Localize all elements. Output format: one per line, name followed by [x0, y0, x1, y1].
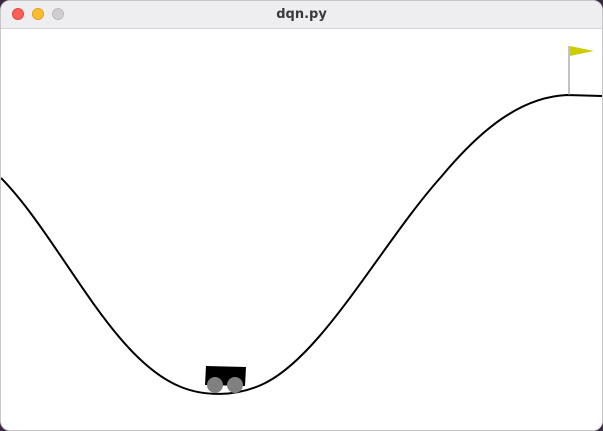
app-window: dqn.py [0, 0, 603, 431]
car-wheel-front [227, 377, 243, 393]
render-viewport [1, 29, 602, 430]
flag-banner [570, 46, 594, 56]
car [205, 366, 246, 393]
goal-flag [568, 46, 594, 95]
window-title: dqn.py [276, 7, 327, 22]
car-wheel-rear [207, 377, 223, 393]
track-curve [1, 93, 602, 395]
title-bar[interactable]: dqn.py [1, 1, 602, 29]
scene-canvas [1, 46, 602, 395]
